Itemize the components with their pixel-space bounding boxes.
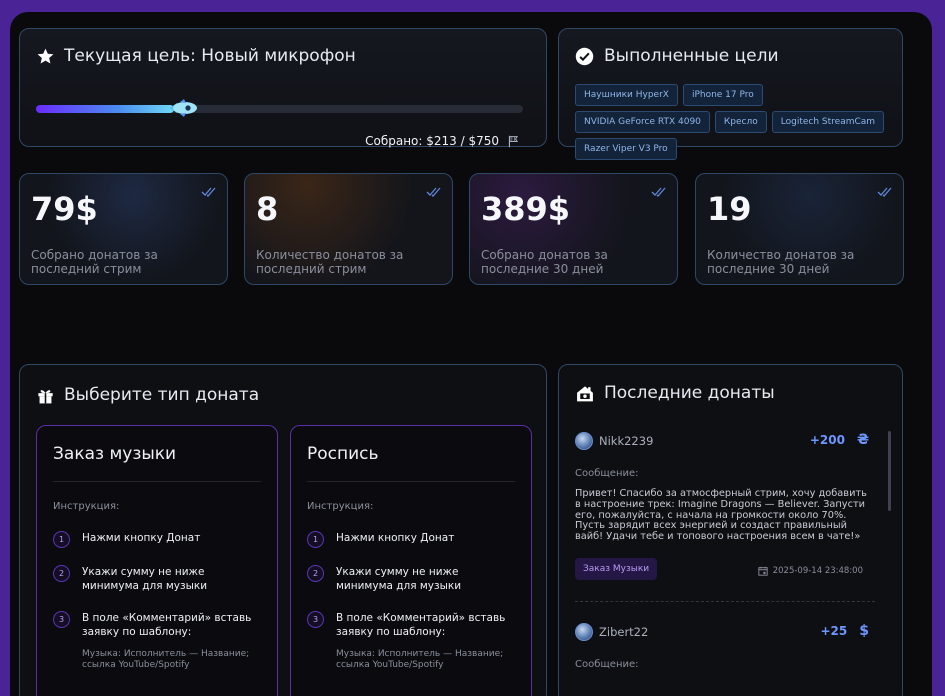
completed-goal-tag: Razer Viper V3 Pro: [575, 138, 677, 160]
completed-goal-tag: Кресло: [714, 111, 767, 133]
step-template: Музыка: Исполнитель — Название; ссылка Y…: [336, 649, 504, 670]
instruction-step: 2 Укажи сумму не ниже минимума для музык…: [307, 565, 516, 593]
divider: [307, 481, 515, 482]
stat-label: Собрано донатов за последние 30 дней: [481, 248, 608, 276]
stat-label: Количество донатов за последний стрим: [256, 248, 404, 276]
double-check-icon: [426, 187, 441, 197]
star-icon: [37, 48, 54, 64]
donation-amount: +25 $: [820, 623, 869, 639]
donation-type-header: Выберите тип доната: [36, 385, 259, 405]
stat-value: 8: [256, 190, 279, 228]
step-text: В поле «Комментарий» вставь заявку по ша…: [336, 612, 506, 638]
step-template: Музыка: Исполнитель — Название; ссылка Y…: [82, 649, 250, 670]
completed-goals-list: Наушники HyperX iPhone 17 Pro NVIDIA GeF…: [575, 84, 895, 160]
instruction-step: 1 Нажми кнопку Донат: [53, 531, 262, 548]
step-text: Укажи сумму не ниже минимума для музыки: [336, 566, 462, 592]
amount-value: +25: [820, 624, 848, 638]
instruction-step: 2 Укажи сумму не ниже минимума для музык…: [53, 565, 262, 593]
donation-type-title: Выберите тип доната: [64, 385, 260, 405]
donation-type-name: Роспись: [307, 444, 379, 464]
double-check-icon: [651, 187, 666, 197]
completed-goal-tag: Наушники HyperX: [575, 84, 678, 106]
current-goal-card: Текущая цель: Новый микрофон Собрано: $2…: [19, 28, 547, 148]
donation-type-painting-card[interactable]: Роспись Инструкция: 1 Нажми кнопку Донат…: [290, 425, 532, 696]
completed-goals-title: Выполненные цели: [604, 46, 779, 66]
divider: [575, 601, 875, 602]
avatar: [575, 623, 593, 641]
money-house-icon: [577, 385, 593, 401]
goal-collected: Собрано: $213 / $750: [365, 134, 520, 148]
goal-title: Текущая цель: Новый микрофон: [64, 46, 356, 66]
step-number: 1: [307, 531, 324, 548]
stat-value: 79$: [31, 190, 98, 228]
donation-message: Привет! Спасибо за атмосферный стрим, хо…: [575, 488, 867, 543]
instruction-step: 3 В поле «Комментарий» вставь заявку по …: [307, 611, 531, 671]
currency-icon: ₴: [856, 432, 869, 448]
donation-type-name: Заказ музыки: [53, 444, 177, 464]
goal-title-row: Текущая цель: Новый микрофон: [36, 46, 356, 66]
check-circle-icon: [575, 47, 594, 65]
instruction-step: 1 Нажми кнопку Донат: [307, 531, 516, 548]
dashboard: Текущая цель: Новый микрофон Собрано: $2…: [10, 12, 932, 696]
stat-card-stream-sum: 79$ Собрано донатов за последний стрим: [19, 173, 228, 285]
stat-value: 19: [707, 190, 752, 228]
step-text: Нажми кнопку Донат: [336, 532, 455, 544]
step-number: 3: [307, 611, 324, 628]
step-number: 1: [53, 531, 70, 548]
message-label: Сообщение:: [575, 468, 639, 479]
stat-value: 389$: [481, 190, 571, 228]
donor-name: Zibert22: [599, 625, 649, 639]
recent-donations-title: Последние донаты: [604, 383, 775, 403]
stat-card-month-count: 19 Количество донатов за последние 30 дн…: [695, 173, 904, 285]
step-number: 2: [53, 565, 70, 582]
instruction-label: Инструкция:: [53, 501, 120, 512]
step-text: В поле «Комментарий» вставь заявку по ша…: [82, 612, 252, 638]
scrollbar[interactable]: [888, 431, 891, 511]
instruction-label: Инструкция:: [307, 501, 374, 512]
completed-goals-card: Выполненные цели Наушники HyperX iPhone …: [558, 28, 903, 160]
goal-progress-fill: [36, 105, 175, 113]
calendar-icon: [758, 566, 768, 576]
donation-amount: +200 ₴: [810, 432, 869, 448]
donation-item: Zibert22 +25 $ Сообщение:: [575, 623, 879, 670]
donation-type-badge: Заказ Музыки: [575, 557, 658, 580]
completed-goals-header: Выполненные цели: [575, 46, 779, 66]
donation-item: Nikk2239 +200 ₴ Сообщение: Привет! Спаси…: [575, 432, 879, 580]
stat-card-stream-count: 8 Количество донатов за последний стрим: [244, 173, 453, 285]
step-number: 2: [307, 565, 324, 582]
donation-type-music-card[interactable]: Заказ музыки Инструкция: 1 Нажми кнопку …: [36, 425, 278, 696]
double-check-icon: [201, 187, 216, 197]
divider: [53, 481, 261, 482]
completed-goal-tag: NVIDIA GeForce RTX 4090: [575, 111, 710, 133]
avatar: [575, 432, 593, 450]
completed-goal-tag: Logitech StreamCam: [771, 111, 885, 133]
donation-date: 2025-09-14 23:48:00: [758, 566, 863, 576]
step-text: Укажи сумму не ниже минимума для музыки: [82, 566, 208, 592]
stat-label: Собрано донатов за последний стрим: [31, 248, 158, 276]
donation-type-panel: Выберите тип доната Заказ музыки Инструк…: [19, 364, 547, 696]
recent-donations-header: Последние донаты: [575, 383, 775, 403]
goal-progress-bar: [36, 99, 523, 117]
flag-icon: [508, 135, 519, 147]
donation-date-text: 2025-09-14 23:48:00: [772, 566, 863, 576]
amount-value: +200: [809, 433, 845, 447]
gift-icon: [38, 389, 53, 403]
stat-card-month-sum: 389$ Собрано донатов за последние 30 дне…: [469, 173, 678, 285]
rocket-icon: [170, 99, 198, 117]
step-number: 3: [53, 611, 70, 628]
donor-name: Nikk2239: [599, 434, 654, 448]
recent-donations-panel: Последние донаты Nikk2239 +200 ₴ Сообщен…: [558, 364, 903, 696]
stat-label: Количество донатов за последние 30 дней: [707, 248, 855, 276]
double-check-icon: [877, 187, 892, 197]
currency-icon: $: [859, 623, 869, 639]
completed-goal-tag: iPhone 17 Pro: [682, 84, 763, 106]
step-text: Нажми кнопку Донат: [82, 532, 201, 544]
instruction-step: 3 В поле «Комментарий» вставь заявку по …: [53, 611, 277, 671]
message-label: Сообщение:: [575, 659, 639, 670]
goal-collected-label: Собрано: $213 / $750: [365, 134, 499, 148]
